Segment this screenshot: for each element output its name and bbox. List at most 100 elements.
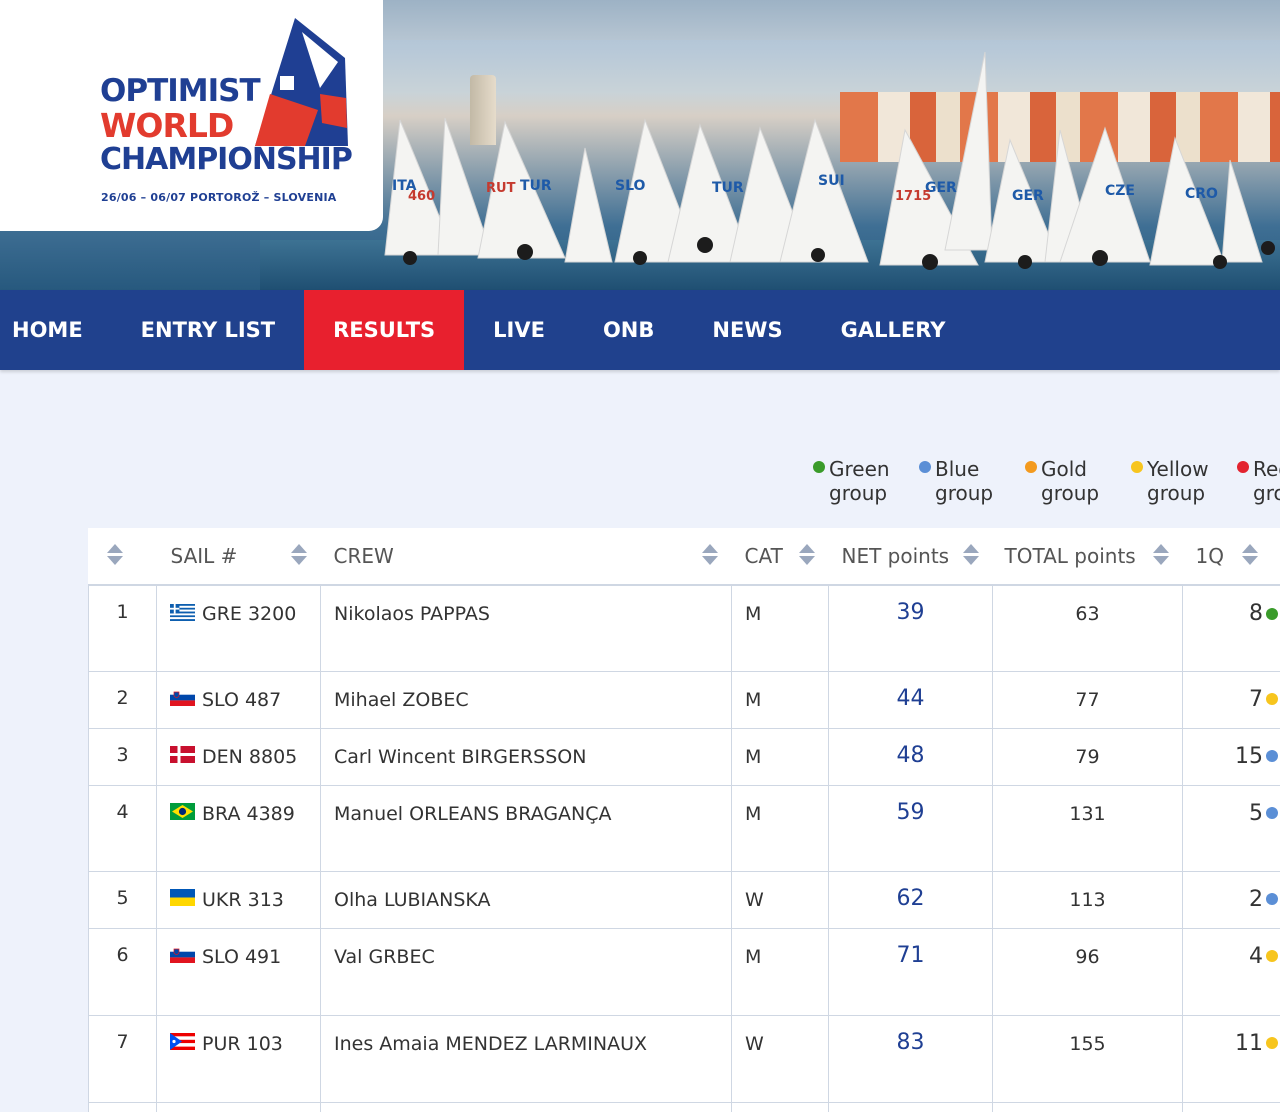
col-sail[interactable]: SAIL #: [156, 528, 321, 586]
position-cell: 3: [88, 727, 157, 786]
pur-flag-icon: [170, 1033, 195, 1050]
crew-cell: Mihael ZOBEC: [320, 670, 732, 729]
position-value: 3: [116, 743, 129, 766]
nav-results[interactable]: RESULTS: [304, 290, 465, 370]
gre-flag-icon: [170, 603, 195, 621]
group-dot-icon: [1266, 893, 1278, 905]
sail-cell: GRE 3200: [156, 584, 321, 672]
sail-cell: SLO 491: [156, 927, 321, 1016]
blue-dot-icon: [919, 461, 931, 473]
table-header-row: SAIL # CREW CAT NET points TOTAL points: [88, 528, 1280, 586]
nav-news[interactable]: NEWS: [683, 290, 811, 370]
col-net[interactable]: NET points: [828, 528, 993, 586]
results-table-wrapper: SAIL # CREW CAT NET points TOTAL points: [88, 528, 1280, 1112]
position-value: 1: [116, 601, 129, 623]
sort-icon[interactable]: [290, 543, 307, 567]
net-points: 39: [896, 600, 925, 625]
svg-text:460: 460: [408, 189, 435, 204]
sail-number: UKR 313: [202, 888, 284, 911]
category-value: W: [745, 1032, 764, 1055]
legend-label: Green group: [829, 457, 890, 505]
crew-cell: Carl Wincent BIRGERSSON: [320, 727, 732, 786]
sort-icon[interactable]: [962, 543, 979, 567]
sail-number: DEN 8805: [202, 745, 298, 768]
table-row[interactable]: 5 UKR 313 Olha LUBIANSKA W 62 113 2: [88, 870, 1280, 929]
table-row[interactable]: [88, 1101, 1280, 1112]
sail-cell: BRA 4389: [156, 784, 321, 872]
logo-line-championship: CHAMPIONSHIP: [100, 142, 353, 177]
col-crew[interactable]: CREW: [320, 528, 732, 586]
q1-value: 5: [1249, 800, 1263, 826]
table-row[interactable]: 3 DEN 8805 Carl Wincent BIRGERSSON M 48 79 15: [88, 727, 1280, 786]
sail-cell: [156, 1101, 321, 1112]
den-flag-icon: [170, 746, 195, 763]
q1-cell: 4: [1182, 927, 1280, 1016]
green-dot-icon: [813, 461, 825, 473]
col-position[interactable]: [88, 528, 157, 586]
position-cell: 5: [88, 870, 157, 929]
total-points: 63: [1075, 603, 1100, 625]
crew-name[interactable]: Val GRBEC: [334, 946, 435, 968]
sort-icon[interactable]: [1152, 543, 1169, 567]
table-row[interactable]: 1 GRE 3200 Nikolaos PAPPAS M 39 63 8: [88, 584, 1280, 672]
q1-value: 11: [1235, 1030, 1263, 1056]
crew-cell: Nikolaos PAPPAS: [320, 584, 732, 672]
sail-cell: DEN 8805: [156, 727, 321, 786]
svg-text:SLO: SLO: [615, 178, 646, 194]
crew-name[interactable]: Carl Wincent BIRGERSSON: [334, 746, 586, 768]
crew-name[interactable]: Nikolaos PAPPAS: [334, 603, 490, 625]
legend-label: Blue group: [935, 457, 994, 505]
table-row[interactable]: 6 SLO 491 Val GRBEC M 71 96 4: [88, 927, 1280, 1016]
table-row[interactable]: 2 SLO 487 Mihael ZOBEC M 44 77 7: [88, 670, 1280, 729]
total-cell: 63: [992, 584, 1183, 672]
net-points: 59: [896, 799, 925, 825]
q1-cell: 7: [1182, 670, 1280, 729]
sort-icon[interactable]: [701, 543, 718, 567]
crew-cell: Val GRBEC: [320, 927, 732, 1016]
crew-name[interactable]: Mihael ZOBEC: [334, 689, 469, 711]
legend-label: Yellow group: [1147, 457, 1209, 505]
table-row[interactable]: 7 PUR 103 Ines Amaia MENDEZ LARMINAUX W 83 15…: [88, 1014, 1280, 1103]
total-points: 79: [1075, 745, 1100, 768]
crew-name[interactable]: Olha LUBIANSKA: [334, 889, 491, 911]
q1-value: 4: [1249, 943, 1263, 969]
net-cell: 39: [828, 584, 993, 672]
sort-icon[interactable]: [106, 543, 123, 567]
sail-number: BRA 4389: [202, 802, 295, 825]
sort-icon[interactable]: [1241, 543, 1258, 567]
crew-name[interactable]: Manuel ORLEANS BRAGANÇA: [334, 803, 612, 825]
nav-entry-list[interactable]: ENTRY LIST: [112, 290, 304, 370]
nav-gallery[interactable]: GALLERY: [812, 290, 975, 370]
col-cat[interactable]: CAT: [731, 528, 829, 586]
q1-cell: 2: [1182, 870, 1280, 929]
nav-live[interactable]: LIVE: [464, 290, 574, 370]
col-1q[interactable]: 1Q: [1182, 528, 1280, 586]
category-value: M: [745, 745, 762, 768]
category-value: M: [745, 603, 762, 625]
nav-home[interactable]: HOME: [0, 290, 112, 370]
q1-cell: 15: [1182, 727, 1280, 786]
total-points: 96: [1075, 945, 1100, 968]
crew-name[interactable]: Ines Amaia MENDEZ LARMINAUX: [334, 1033, 647, 1055]
nav-onb[interactable]: ONB: [574, 290, 683, 370]
svg-text:GER: GER: [1012, 188, 1044, 204]
col-sail-label: SAIL #: [170, 544, 238, 568]
logo-line-optimist: OPTIMIST: [100, 73, 261, 109]
col-cat-label: CAT: [744, 544, 783, 568]
group-dot-icon: [1266, 807, 1278, 819]
table-row[interactable]: 4 BRA 4389 Manuel ORLEANS BRAGANÇA M 59 131 5: [88, 784, 1280, 872]
category-value: W: [745, 888, 764, 911]
svg-text:1715: 1715: [895, 189, 931, 204]
total-points: 113: [1069, 888, 1106, 911]
sort-icon[interactable]: [798, 543, 815, 567]
svg-text:RUT: RUT: [486, 181, 516, 196]
position-cell: 4: [88, 784, 157, 872]
sail-number: SLO 491: [202, 945, 282, 968]
position-value: 6: [116, 943, 129, 966]
logo-card[interactable]: OPTIMIST WORLD CHAMPIONSHIP 26/06 – 06/0…: [0, 0, 383, 231]
position-cell: 6: [88, 927, 157, 1016]
bra-flag-icon: [170, 803, 195, 820]
q1-value: 8: [1249, 601, 1263, 626]
group-dot-icon: [1266, 693, 1278, 705]
col-total[interactable]: TOTAL points: [992, 528, 1183, 586]
